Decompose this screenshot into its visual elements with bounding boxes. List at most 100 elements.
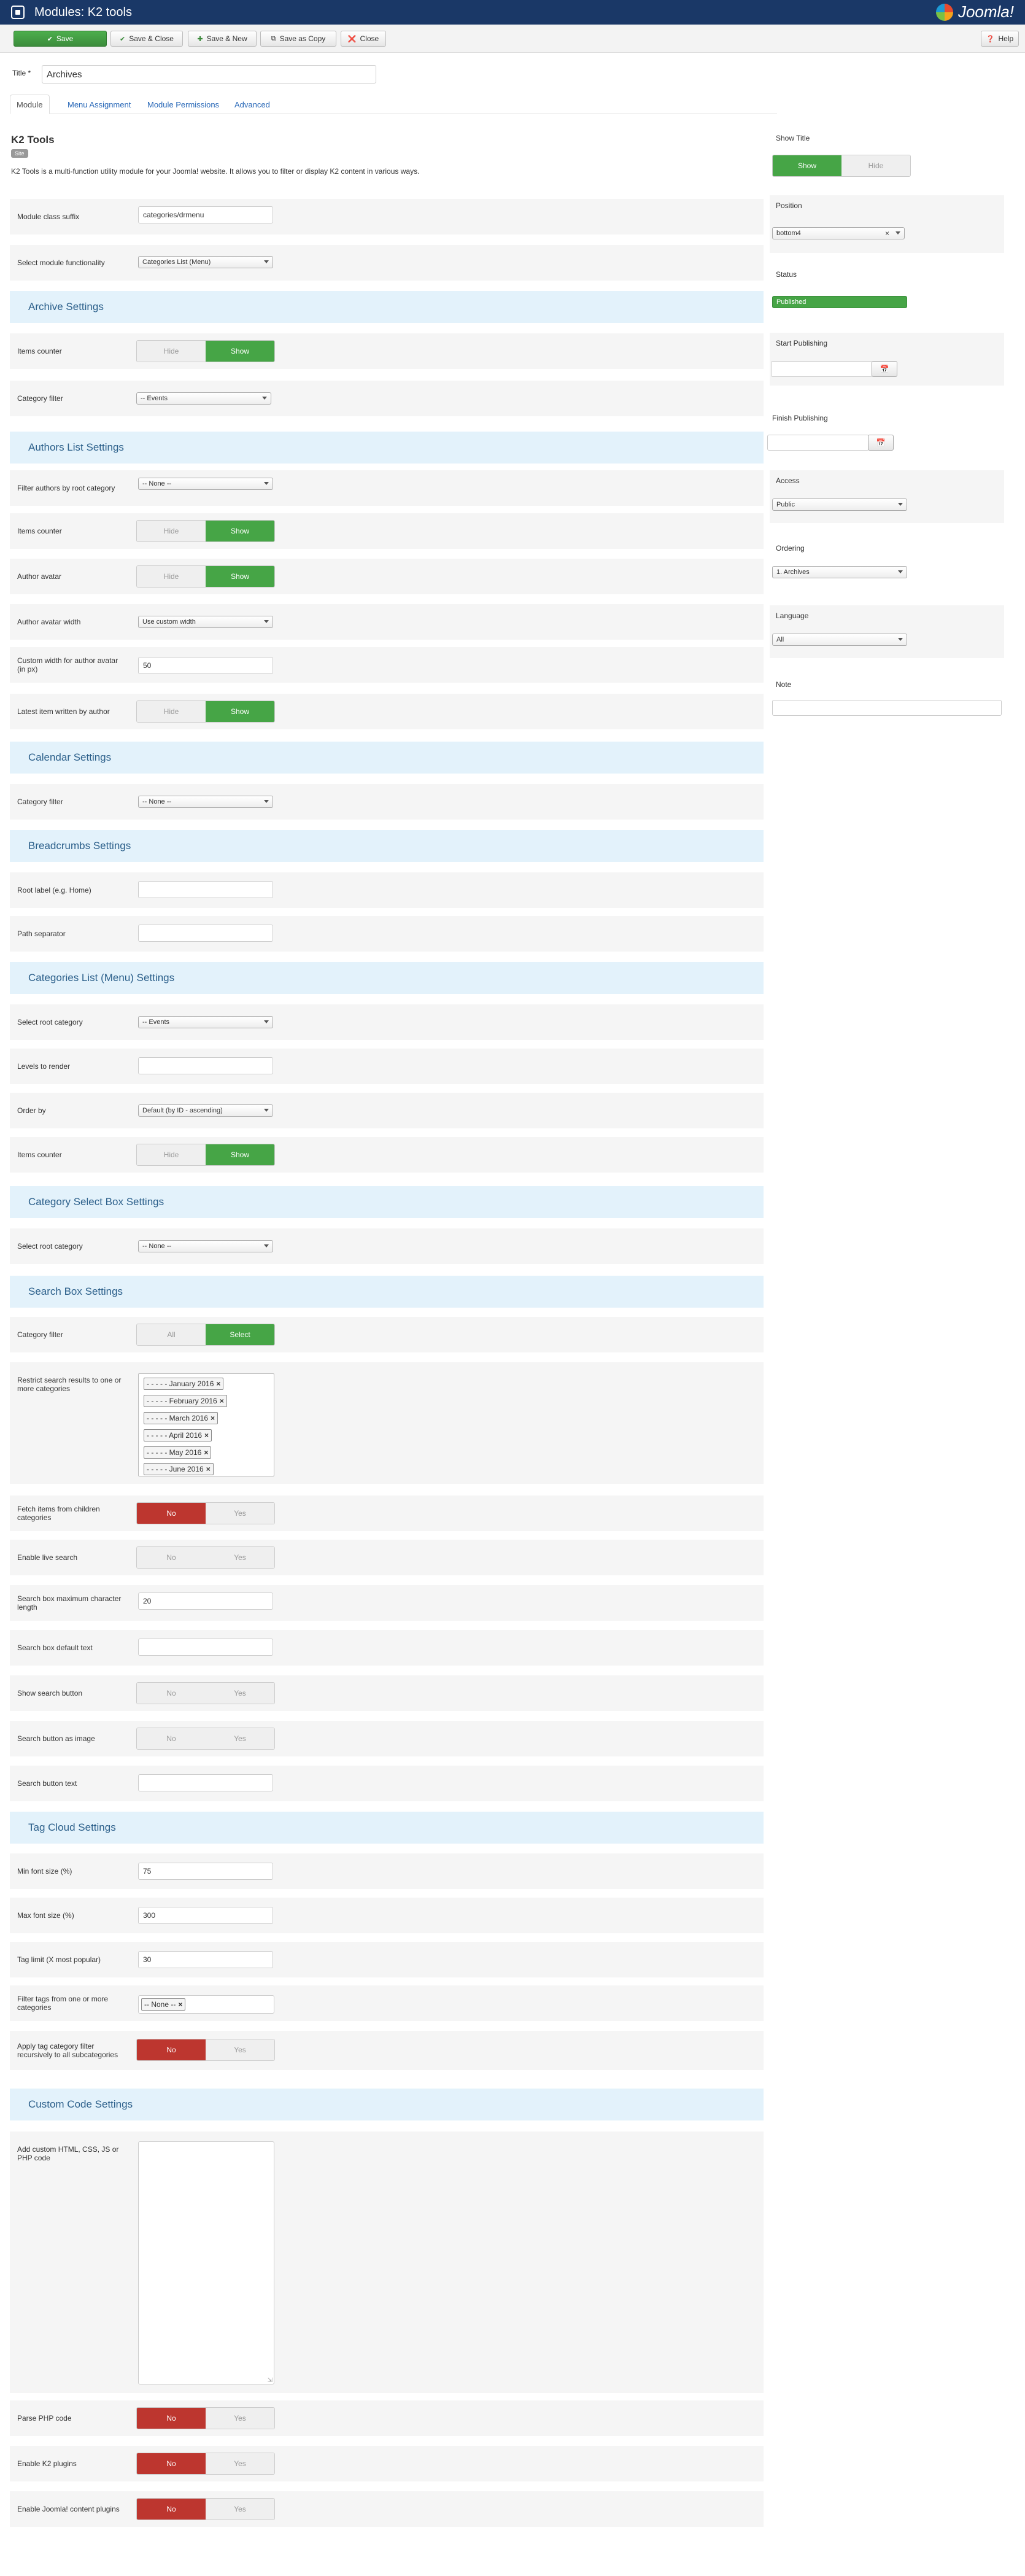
no-option[interactable]: No [137, 2453, 206, 2474]
archive-category-select[interactable]: -- Events [136, 392, 271, 405]
default-text-input[interactable] [138, 1639, 273, 1656]
yes-option[interactable]: Yes [206, 1547, 274, 1568]
note-input[interactable] [772, 700, 1002, 716]
language-select[interactable]: All [772, 634, 907, 646]
save-button[interactable]: ✔ Save [14, 31, 107, 47]
remove-icon[interactable]: × [220, 1397, 224, 1405]
category-tag[interactable]: - - - - - April 2016 × [144, 1429, 212, 1441]
no-option[interactable]: No [137, 1683, 206, 1704]
custom-code-textarea[interactable]: ⇲ [138, 2141, 274, 2384]
remove-icon[interactable]: × [216, 1379, 220, 1388]
category-tag[interactable]: - - - - - January 2016 × [144, 1378, 224, 1390]
author-avatar-toggle[interactable]: Hide Show [136, 565, 275, 588]
show-button-toggle[interactable]: No Yes [136, 1682, 275, 1704]
filter-tag[interactable]: -- None -- × [141, 1998, 186, 2011]
calendar-icon[interactable]: 📅 [868, 435, 894, 451]
joomla-logo[interactable]: Joomla! [935, 2, 1014, 21]
yes-option[interactable]: Yes [206, 2453, 274, 2474]
button-image-toggle[interactable]: No Yes [136, 1728, 275, 1750]
apply-filter-toggle[interactable]: No Yes [136, 2039, 275, 2061]
filter-tags-multiselect[interactable]: -- None -- × [138, 1995, 274, 2014]
root-label-input[interactable] [138, 881, 273, 898]
parse-php-toggle[interactable]: No Yes [136, 2407, 275, 2429]
calendar-category-select[interactable]: -- None -- [138, 796, 273, 808]
catlist-root-select[interactable]: -- Events [138, 1016, 273, 1028]
tag-limit-input[interactable]: 30 [138, 1951, 273, 1968]
live-search-toggle[interactable]: No Yes [136, 1546, 275, 1569]
yes-option[interactable]: Yes [206, 1503, 274, 1524]
hide-option[interactable]: Hide [137, 701, 206, 722]
authors-items-counter-toggle[interactable]: Hide Show [136, 520, 275, 542]
access-select[interactable]: Public [772, 499, 907, 511]
remove-icon[interactable]: × [178, 2000, 182, 2009]
archive-items-counter-toggle[interactable]: Hide Show [136, 340, 275, 362]
no-option[interactable]: No [137, 1728, 206, 1749]
start-publishing-input[interactable] [771, 361, 873, 377]
fetch-children-toggle[interactable]: No Yes [136, 1502, 275, 1524]
k2-plugins-toggle[interactable]: No Yes [136, 2453, 275, 2475]
remove-icon[interactable]: × [206, 1465, 211, 1473]
no-option[interactable]: No [137, 2408, 206, 2429]
functionality-select[interactable]: Categories List (Menu) [138, 256, 273, 268]
tab-module-permissions[interactable]: Module Permissions [141, 95, 225, 114]
finish-publishing-input[interactable] [767, 435, 869, 451]
remove-icon[interactable]: × [211, 1414, 215, 1422]
close-button[interactable]: ❌ Close [341, 31, 386, 47]
search-category-toggle[interactable]: All Select [136, 1324, 275, 1346]
class-suffix-input[interactable]: categories/drmenu [138, 206, 273, 223]
show-title-toggle[interactable]: Show Hide [772, 155, 911, 177]
select-option[interactable]: Select [206, 1324, 274, 1345]
avatar-width-select[interactable]: Use custom width [138, 616, 273, 628]
order-by-select[interactable]: Default (by ID - ascending) [138, 1104, 273, 1117]
button-text-input[interactable] [138, 1774, 273, 1791]
show-option[interactable]: Show [206, 341, 274, 362]
calendar-icon[interactable]: 📅 [872, 361, 897, 377]
hide-option[interactable]: Hide [137, 566, 206, 587]
show-option[interactable]: Show [206, 1144, 274, 1165]
no-option[interactable]: No [137, 1547, 206, 1568]
clear-icon[interactable]: × [885, 229, 889, 238]
tab-advanced[interactable]: Advanced [228, 95, 276, 114]
custom-width-input[interactable]: 50 [138, 657, 273, 674]
yes-option[interactable]: Yes [206, 2499, 274, 2520]
max-length-input[interactable]: 20 [138, 1593, 273, 1610]
status-select[interactable]: Published [772, 296, 907, 308]
hide-option[interactable]: Hide [137, 1144, 206, 1165]
path-separator-input[interactable] [138, 925, 273, 942]
tab-module[interactable]: Module [10, 95, 50, 114]
position-select[interactable]: bottom4 × [772, 227, 905, 239]
all-option[interactable]: All [137, 1324, 206, 1345]
catselect-root-select[interactable]: -- None -- [138, 1240, 273, 1252]
no-option[interactable]: No [137, 1503, 206, 1524]
min-font-input[interactable]: 75 [138, 1863, 273, 1880]
no-option[interactable]: No [137, 2039, 206, 2060]
category-tag[interactable]: - - - - - February 2016 × [144, 1395, 227, 1407]
no-option[interactable]: No [137, 2499, 206, 2520]
catlist-items-counter-toggle[interactable]: Hide Show [136, 1144, 275, 1166]
category-tag[interactable]: - - - - - June 2016 × [144, 1463, 214, 1475]
show-option[interactable]: Show [206, 521, 274, 541]
save-new-button[interactable]: ✚ Save & New [188, 31, 257, 47]
remove-icon[interactable]: × [204, 1431, 209, 1440]
save-close-button[interactable]: ✔ Save & Close [110, 31, 183, 47]
yes-option[interactable]: Yes [206, 2039, 274, 2060]
show-option[interactable]: Show [773, 155, 841, 176]
joomla-plugins-toggle[interactable]: No Yes [136, 2498, 275, 2520]
show-option[interactable]: Show [206, 566, 274, 587]
title-input[interactable]: Archives [42, 65, 376, 83]
remove-icon[interactable]: × [204, 1448, 208, 1457]
levels-input[interactable] [138, 1057, 273, 1074]
yes-option[interactable]: Yes [206, 2408, 274, 2429]
yes-option[interactable]: Yes [206, 1683, 274, 1704]
tab-menu-assignment[interactable]: Menu Assignment [61, 95, 137, 114]
ordering-select[interactable]: 1. Archives [772, 566, 907, 578]
authors-filter-select[interactable]: -- None -- [138, 478, 273, 490]
category-tag[interactable]: - - - - - March 2016 × [144, 1412, 219, 1424]
help-button[interactable]: ❓ Help [981, 31, 1019, 47]
latest-item-toggle[interactable]: Hide Show [136, 700, 275, 723]
hide-option[interactable]: Hide [841, 155, 910, 176]
restrict-categories-multiselect[interactable]: - - - - - January 2016 × - - - - - Februa… [138, 1373, 274, 1476]
hide-option[interactable]: Hide [137, 521, 206, 541]
category-tag[interactable]: - - - - - May 2016 × [144, 1446, 212, 1459]
resize-handle-icon[interactable]: ⇲ [268, 2377, 273, 2384]
